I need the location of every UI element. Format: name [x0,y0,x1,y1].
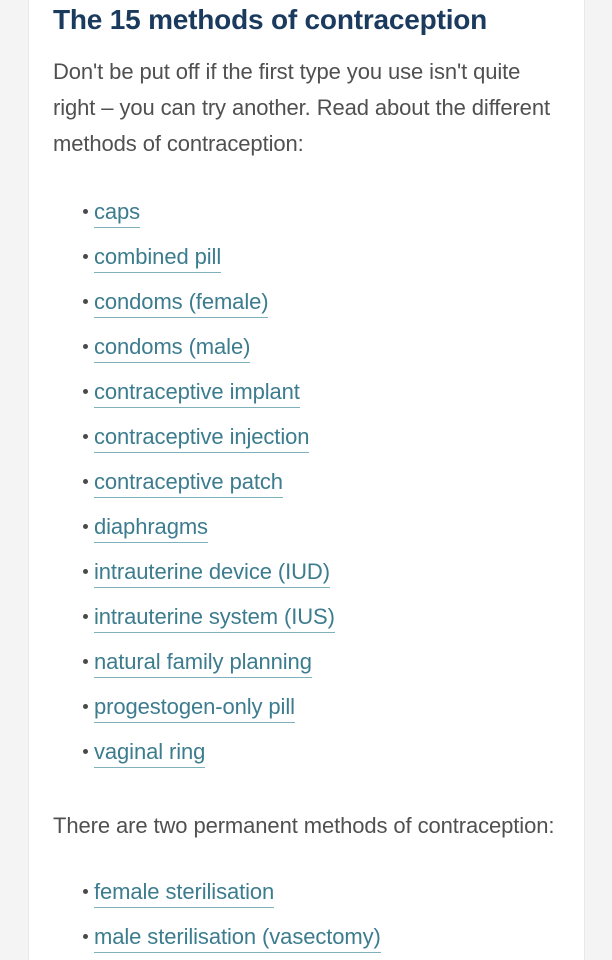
article-card: The 15 methods of contraception Don't be… [28,0,585,960]
page-root: The 15 methods of contraception Don't be… [0,0,612,960]
list-item: contraceptive implant [53,369,560,414]
link-contraceptive-implant[interactable]: contraceptive implant [94,379,300,408]
list-item: condoms (female) [53,279,560,324]
link-contraceptive-patch[interactable]: contraceptive patch [94,469,283,498]
list-item: combined pill [53,234,560,279]
link-female-sterilisation[interactable]: female sterilisation [94,879,274,908]
list-item: diaphragms [53,504,560,549]
contraception-methods-list: caps combined pill condoms (female) cond… [53,189,560,774]
list-item: contraceptive injection [53,414,560,459]
list-item: condoms (male) [53,324,560,369]
list-item: contraceptive patch [53,459,560,504]
link-male-sterilisation-vasectomy[interactable]: male sterilisation (vasectomy) [94,924,381,953]
list-item: vaginal ring [53,729,560,774]
link-natural-family-planning[interactable]: natural family planning [94,649,312,678]
list-item: progestogen-only pill [53,684,560,729]
permanent-methods-paragraph: There are two permanent methods of contr… [53,813,555,838]
link-intrauterine-system-ius[interactable]: intrauterine system (IUS) [94,604,335,633]
permanent-methods-list: female sterilisation male sterilisation … [53,869,560,959]
link-diaphragms[interactable]: diaphragms [94,514,208,543]
link-caps[interactable]: caps [94,199,140,228]
list-item: female sterilisation [53,869,560,914]
link-condoms-male[interactable]: condoms (male) [94,334,250,363]
article-content: The 15 methods of contraception Don't be… [29,0,584,959]
list-item: intrauterine device (IUD) [53,549,560,594]
link-intrauterine-device-iud[interactable]: intrauterine device (IUD) [94,559,330,588]
link-progestogen-only-pill[interactable]: progestogen-only pill [94,694,295,723]
list-item: natural family planning [53,639,560,684]
link-condoms-female[interactable]: condoms (female) [94,289,269,318]
list-item: male sterilisation (vasectomy) [53,914,560,959]
list-item: caps [53,189,560,234]
list-item: intrauterine system (IUS) [53,594,560,639]
link-contraceptive-injection[interactable]: contraceptive injection [94,424,309,453]
link-combined-pill[interactable]: combined pill [94,244,221,273]
link-vaginal-ring[interactable]: vaginal ring [94,739,205,768]
intro-paragraph: Don't be put off if the first type you u… [53,59,550,156]
page-title: The 15 methods of contraception [53,4,488,35]
